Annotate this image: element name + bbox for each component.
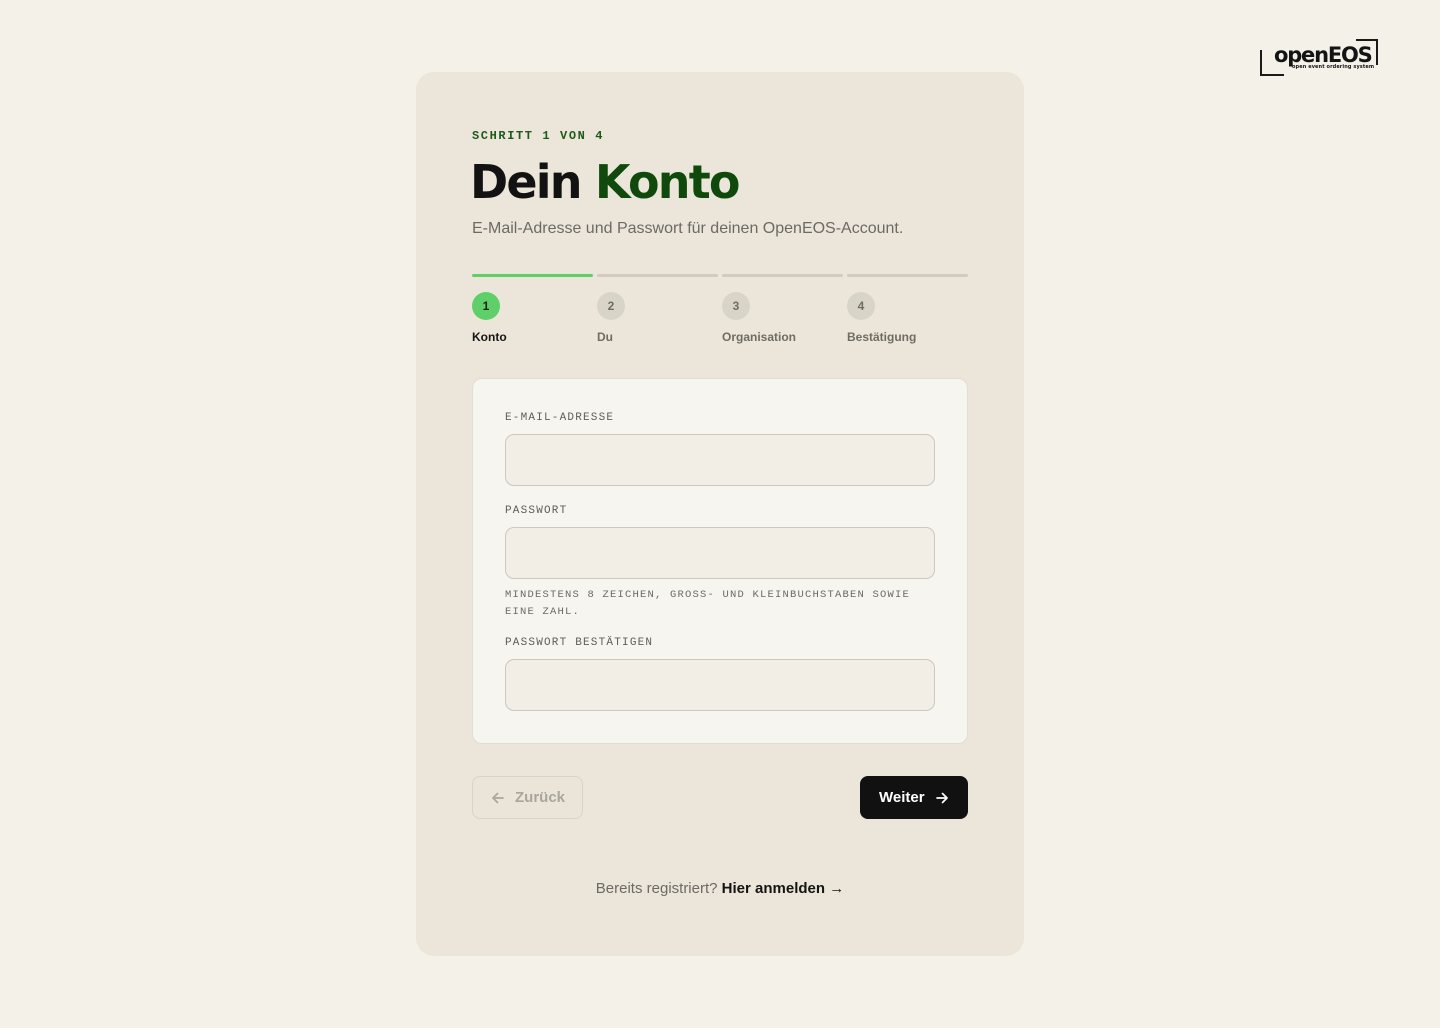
progress-stepper: 1 Konto 2 Du 3 Organisation 4 Bestätigun… [472, 274, 968, 354]
email-label: E-MAIL-ADRESSE [505, 412, 615, 424]
step-indicator-text: SCHRITT 1 VON 4 [472, 129, 605, 143]
arrow-right-icon [935, 792, 948, 803]
next-button[interactable]: Weiter [860, 776, 968, 819]
title-accent: Konto [594, 155, 741, 209]
step-progress-bar [847, 274, 968, 277]
confirm-password-label: PASSWORT BESTÄTIGEN [505, 637, 654, 649]
step-progress-bar [597, 274, 718, 277]
next-button-label: Weiter [879, 789, 925, 806]
back-button[interactable]: Zurück [472, 776, 583, 819]
arrow-left-icon [492, 792, 504, 803]
step-label: Konto [472, 330, 507, 344]
title-plain: Dein [470, 155, 595, 209]
login-prompt-text: Bereits registriert? [595, 880, 718, 897]
step-progress-bar [472, 274, 593, 277]
step-progress-bar [722, 274, 843, 277]
step-bestaetigung: 4 Bestätigung [847, 274, 968, 344]
account-form: E-MAIL-ADRESSE PASSWORT MINDESTENS 8 ZEI… [472, 378, 968, 744]
back-button-label: Zurück [515, 789, 566, 806]
signup-card: SCHRITT 1 VON 4 Dein Konto E-Mail-Adress… [416, 72, 1024, 956]
page-subtitle: E-Mail-Adresse und Passwort für deinen O… [472, 220, 904, 237]
password-label: PASSWORT [505, 505, 568, 517]
logo-tagline: open event ordering system [1292, 64, 1375, 70]
password-field[interactable] [505, 527, 935, 579]
brand-logo[interactable]: openEOS open event ordering system [1258, 38, 1380, 78]
step-number-badge: 3 [722, 292, 750, 320]
step-du: 2 Du [597, 274, 718, 344]
page-title: Dein Konto [470, 152, 741, 212]
step-label: Du [597, 330, 613, 344]
password-hint: MINDESTENS 8 ZEICHEN, GROSS- UND KLEINBU… [505, 589, 911, 618]
step-konto: 1 Konto [472, 274, 593, 344]
step-number-badge: 1 [472, 292, 500, 320]
step-number-badge: 4 [847, 292, 875, 320]
login-link[interactable]: Hier anmelden → [722, 880, 845, 897]
step-label: Organisation [722, 330, 797, 344]
step-organisation: 3 Organisation [722, 274, 843, 344]
confirm-password-field[interactable] [505, 659, 935, 711]
step-label: Bestätigung [847, 330, 917, 344]
login-prompt: Bereits registriert? Hier anmelden → [416, 880, 1024, 897]
email-field[interactable] [505, 434, 935, 486]
step-number-badge: 2 [597, 292, 625, 320]
